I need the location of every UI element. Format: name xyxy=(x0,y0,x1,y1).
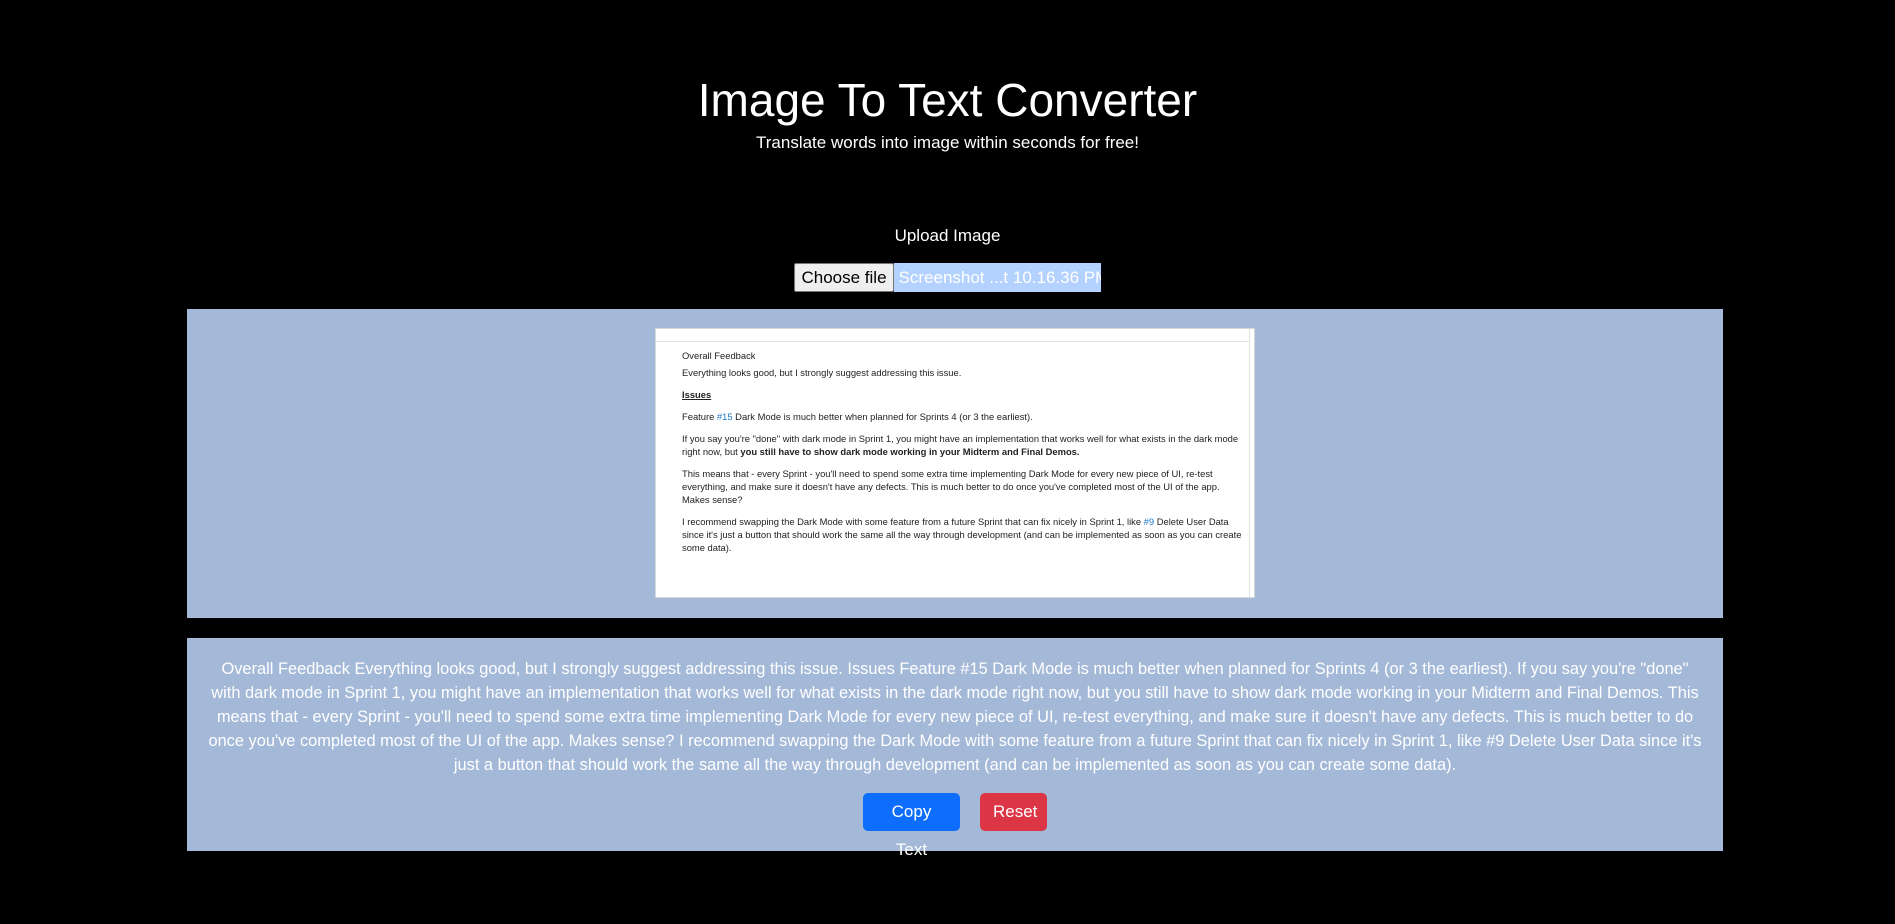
preview-heading: Overall Feedback xyxy=(682,350,756,361)
page-title: Image To Text Converter xyxy=(697,74,1198,126)
copy-text-button[interactable]: Copy Text xyxy=(863,793,960,859)
preview-feature-link: #15 xyxy=(716,411,733,422)
selected-file-name: Screenshot ...t 10.16.36 PM xyxy=(893,263,1101,292)
upload-section: Upload Image Choose file Screenshot ...t… xyxy=(0,225,1895,292)
uploaded-image-preview: Overall Feedback Everything looks good, … xyxy=(655,328,1255,598)
preview-feature-line: Feature #15 Dark Mode is much better whe… xyxy=(682,410,1242,423)
preview-line1: Everything looks good, but I strongly su… xyxy=(682,367,962,378)
preview-para2: If you say you're "done" with dark mode … xyxy=(682,432,1242,458)
preview-para4-link: #9 xyxy=(1143,516,1155,527)
header: Image To Text Converter Translate words … xyxy=(0,72,1895,154)
preview-para4-start: I recommend swapping the Dark Mode with … xyxy=(682,516,1144,527)
preview-para3: This means that - every Sprint - you'll … xyxy=(682,468,1220,505)
preview-scrollbar-line xyxy=(1249,329,1250,597)
upload-label: Upload Image xyxy=(894,226,1001,245)
preview-feature-suffix: Dark Mode is much better when planned fo… xyxy=(732,411,1033,422)
preview-issues-label: Issues xyxy=(682,389,712,400)
preview-para2-bold: you still have to show dark mode working… xyxy=(740,446,1080,457)
extracted-text: Overall Feedback Everything looks good, … xyxy=(208,660,1702,774)
reset-button[interactable]: Reset xyxy=(980,793,1047,831)
result-actions: Copy Text Reset xyxy=(187,793,1723,859)
image-preview-panel: Overall Feedback Everything looks good, … xyxy=(187,309,1723,618)
preview-document: Overall Feedback Everything looks good, … xyxy=(682,349,1242,563)
extracted-text-panel: Overall Feedback Everything looks good, … xyxy=(187,638,1723,859)
preview-divider xyxy=(656,341,1250,342)
preview-feature-prefix: Feature xyxy=(682,411,717,422)
preview-para4: I recommend swapping the Dark Mode with … xyxy=(682,515,1242,554)
page: Image To Text Converter Translate words … xyxy=(0,0,1895,924)
page-subtitle: Translate words into image within second… xyxy=(756,133,1139,152)
choose-file-button[interactable]: Choose file xyxy=(794,263,894,292)
file-input[interactable]: Choose file Screenshot ...t 10.16.36 PM xyxy=(0,263,1895,292)
